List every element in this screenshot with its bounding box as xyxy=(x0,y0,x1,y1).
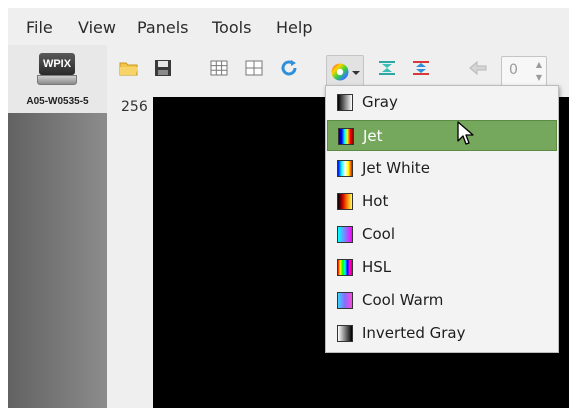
fit-range-icon[interactable] xyxy=(377,58,397,78)
option-label: Jet xyxy=(363,127,383,145)
frame-spinbox[interactable]: 0 ▲ ▼ xyxy=(501,56,547,86)
spin-up-icon[interactable]: ▲ xyxy=(536,60,542,69)
ruler-top-value: 256 xyxy=(121,99,148,115)
refresh-icon[interactable] xyxy=(279,58,299,78)
chevron-down-icon xyxy=(352,71,360,75)
colormap-icon xyxy=(331,63,360,81)
colormap-option-cool[interactable]: Cool xyxy=(327,219,557,250)
menu-tools[interactable]: Tools xyxy=(212,18,251,37)
spin-down-icon[interactable]: ▼ xyxy=(536,73,542,82)
colormap-option-inverted-gray[interactable]: Inverted Gray xyxy=(327,318,557,349)
device-id-label: A05-W0535-5 xyxy=(26,96,89,107)
split-view-icon[interactable] xyxy=(244,58,264,78)
back-arrow-icon[interactable] xyxy=(468,58,488,78)
option-label: Hot xyxy=(362,192,389,210)
colormap-option-hot[interactable]: Hot xyxy=(327,186,557,217)
save-icon[interactable] xyxy=(153,58,173,78)
device-logo: WPIX xyxy=(39,53,75,75)
hsl-swatch-icon xyxy=(337,259,353,276)
colormap-option-gray[interactable]: Gray xyxy=(327,87,557,118)
invert-range-icon[interactable] xyxy=(411,58,431,78)
cool-swatch-icon xyxy=(337,226,353,243)
app-window: File View Panels Tools Help WPIX A05-W05… xyxy=(8,8,569,408)
menu-view[interactable]: View xyxy=(78,18,116,37)
device-item[interactable]: WPIX A05-W0535-5 xyxy=(8,45,107,113)
menu-help[interactable]: Help xyxy=(276,18,312,37)
option-label: Cool xyxy=(362,225,395,243)
option-label: HSL xyxy=(362,258,392,276)
menu-file[interactable]: File xyxy=(26,18,53,37)
grid-icon[interactable] xyxy=(209,58,229,78)
inverted-gray-swatch-icon xyxy=(337,325,353,342)
jet-white-swatch-icon xyxy=(337,160,353,177)
device-panel: WPIX A05-W0535-5 xyxy=(8,45,107,408)
colormap-option-jet-white[interactable]: Jet White xyxy=(327,153,557,184)
option-label: Inverted Gray xyxy=(362,324,466,342)
hot-swatch-icon xyxy=(337,193,353,210)
option-label: Cool Warm xyxy=(362,291,444,309)
vertical-ruler: 256 xyxy=(107,97,153,408)
cool-warm-swatch-icon xyxy=(337,292,353,309)
colormap-option-cool-warm[interactable]: Cool Warm xyxy=(327,285,557,316)
colormap-menu: Gray Jet Jet White Hot Cool HSL Cool War… xyxy=(325,85,559,353)
device-base-icon xyxy=(37,75,77,85)
mouse-cursor-icon xyxy=(457,121,474,145)
folder-open-icon[interactable] xyxy=(119,58,139,78)
option-label: Jet White xyxy=(362,159,430,177)
jet-swatch-icon xyxy=(338,128,354,145)
spinbox-value: 0 xyxy=(509,62,518,78)
colormap-button[interactable] xyxy=(326,55,364,89)
colormap-option-hsl[interactable]: HSL xyxy=(327,252,557,283)
menu-panels[interactable]: Panels xyxy=(137,18,189,37)
colormap-option-jet[interactable]: Jet xyxy=(327,120,557,151)
option-label: Gray xyxy=(362,93,398,111)
gray-swatch-icon xyxy=(337,94,353,111)
menu-bar: File View Panels Tools Help xyxy=(8,8,569,45)
